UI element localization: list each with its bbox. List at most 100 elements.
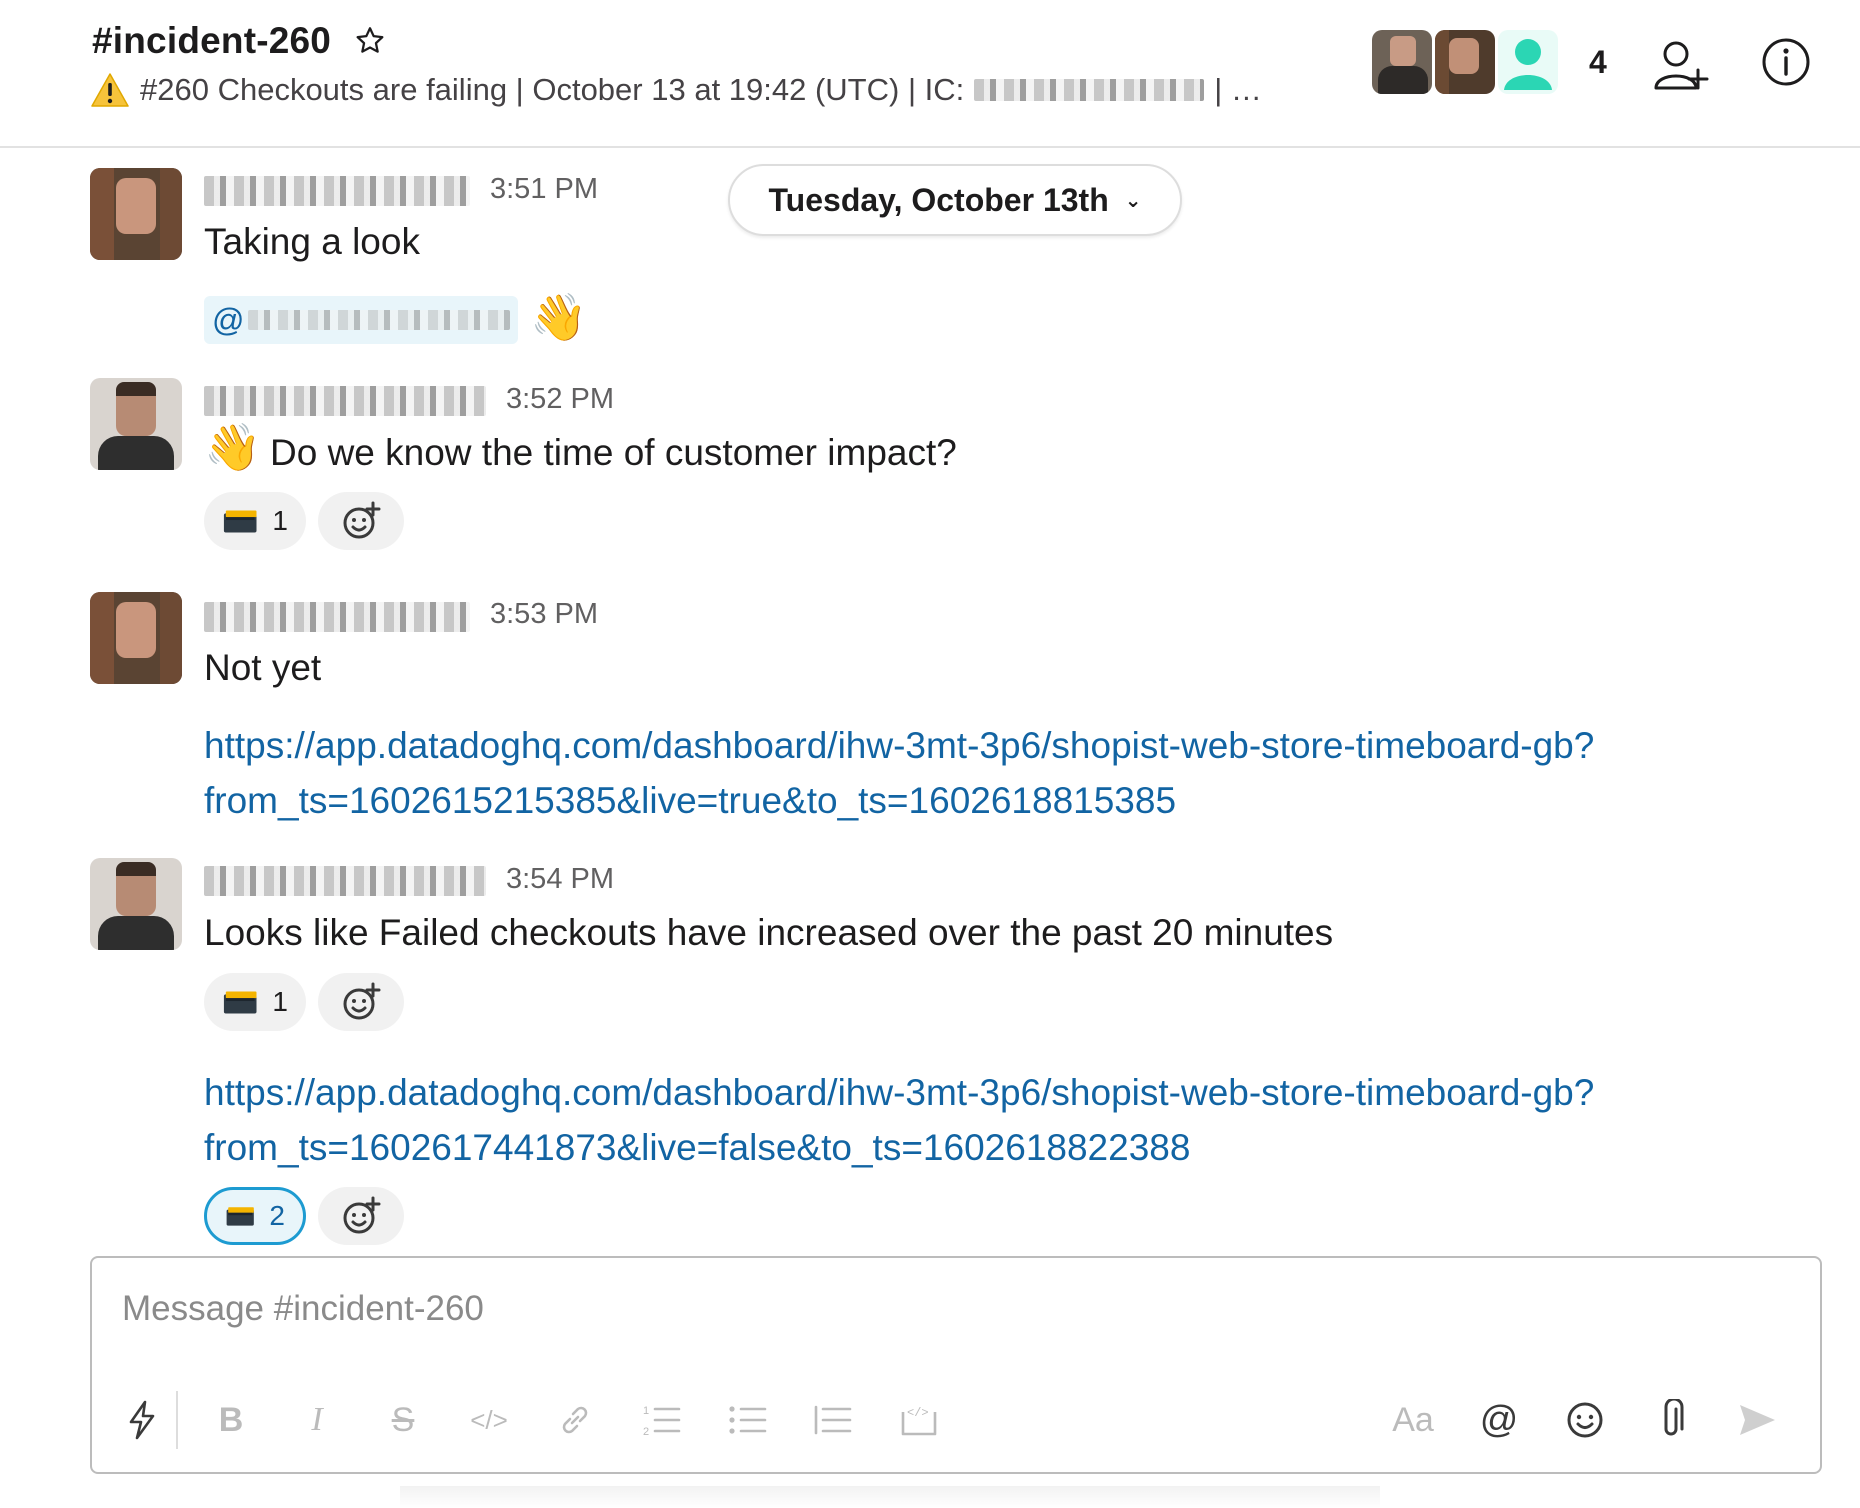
blockquote-button[interactable]	[790, 1392, 876, 1448]
italic-button[interactable]: I	[274, 1392, 360, 1448]
chevron-down-icon: ⌄	[1124, 189, 1142, 212]
message-composer: B I S </> 1 2	[90, 1256, 1822, 1474]
ordered-list-button[interactable]: 1 2	[618, 1392, 704, 1448]
user-mention[interactable]: @	[204, 296, 519, 344]
attach-button[interactable]	[1628, 1392, 1714, 1448]
warning-icon	[91, 73, 129, 107]
message-timestamp[interactable]: 3:54 PM	[506, 863, 614, 896]
add-reaction-button[interactable]	[318, 973, 404, 1031]
info-icon[interactable]	[1760, 36, 1812, 88]
user-icon	[1504, 39, 1552, 90]
bulleted-list-icon	[729, 1406, 767, 1434]
reaction-pill-active[interactable]: 2	[204, 1187, 306, 1245]
sender-name[interactable]	[204, 602, 470, 632]
channel-header: #incident-260 #260 Checkouts are failing…	[0, 0, 1860, 148]
star-icon[interactable]	[353, 24, 387, 58]
message-timestamp[interactable]: 3:52 PM	[506, 383, 614, 416]
reaction-pill[interactable]: 1	[204, 973, 306, 1031]
code-block-button[interactable]: </>	[876, 1392, 962, 1448]
message-text: Not yet	[204, 647, 322, 688]
reaction-count: 2	[269, 1200, 285, 1231]
channel-name[interactable]: #incident-260	[92, 20, 331, 62]
message-text: Taking a look	[204, 221, 420, 262]
text-format-icon: Aa	[1392, 1400, 1434, 1439]
redacted-name	[248, 310, 511, 330]
toolbar-divider	[176, 1391, 178, 1449]
film-frames-icon	[226, 1207, 254, 1226]
add-emoji-icon	[343, 501, 381, 539]
blockquote-icon	[814, 1405, 852, 1435]
reaction-count: 1	[272, 505, 288, 536]
svg-text:2: 2	[643, 1426, 649, 1438]
link-line[interactable]: from_ts=1602615215385&live=true&to_ts=16…	[204, 780, 1176, 821]
message-timestamp[interactable]: 3:51 PM	[490, 173, 598, 206]
mention-at: @	[212, 301, 245, 338]
code-icon: </>	[470, 1404, 508, 1435]
date-label: Tuesday, October 13th	[768, 181, 1109, 218]
composer-toolbar: B I S </> 1 2 </> Aa @	[112, 1390, 1800, 1450]
add-emoji-icon	[343, 1196, 381, 1234]
strikethrough-icon: S	[391, 1400, 415, 1439]
emoji-button[interactable]	[1542, 1392, 1628, 1448]
add-emoji-icon	[343, 982, 381, 1020]
ordered-list-icon: 1 2	[643, 1405, 681, 1438]
svg-text:</>: </>	[907, 1406, 929, 1420]
composer-shadow	[400, 1486, 1380, 1508]
avatar[interactable]	[90, 592, 182, 684]
avatar	[1435, 30, 1495, 94]
topic-text: #260 Checkouts are failing | October 13 …	[140, 72, 965, 107]
italic-icon: I	[311, 1401, 323, 1438]
link-line[interactable]: https://app.datadoghq.com/dashboard/ihw-…	[204, 1072, 1594, 1113]
avatar[interactable]	[90, 168, 182, 260]
strikethrough-button[interactable]: S	[360, 1392, 446, 1448]
message-input[interactable]	[120, 1288, 1724, 1330]
sender-name[interactable]	[204, 386, 486, 416]
dashboard-link[interactable]: https://app.datadoghq.com/dashboard/ihw-…	[204, 1065, 1594, 1175]
svg-text:1: 1	[643, 1405, 649, 1417]
add-reaction-button[interactable]	[318, 492, 404, 550]
avatar[interactable]	[90, 858, 182, 950]
avatar	[1372, 30, 1432, 94]
dashboard-link[interactable]: https://app.datadoghq.com/dashboard/ihw-…	[204, 718, 1594, 828]
code-button[interactable]: </>	[446, 1392, 532, 1448]
message-text: Looks like Failed checkouts have increas…	[204, 912, 1334, 953]
sender-name[interactable]	[204, 866, 486, 896]
film-frames-icon	[223, 510, 257, 533]
message-text: Do we know the time of customer impact?	[270, 432, 957, 473]
link-line[interactable]: https://app.datadoghq.com/dashboard/ihw-…	[204, 725, 1594, 766]
bulleted-list-button[interactable]	[704, 1392, 790, 1448]
reaction-count: 1	[272, 986, 288, 1017]
at-icon: @	[1479, 1398, 1519, 1441]
channel-topic[interactable]: #260 Checkouts are failing | October 13 …	[90, 72, 1262, 108]
paperclip-icon	[1664, 1399, 1684, 1436]
avatar	[1498, 30, 1558, 94]
mention-button[interactable]: @	[1456, 1392, 1542, 1448]
reaction-pill[interactable]: 1	[204, 492, 306, 550]
topic-tail: | …	[1214, 72, 1262, 107]
send-button[interactable]	[1714, 1392, 1800, 1448]
sender-name[interactable]	[204, 176, 470, 206]
film-frames-icon	[223, 991, 257, 1014]
toolbar-right: Aa @	[1370, 1392, 1800, 1448]
link-button[interactable]	[532, 1392, 618, 1448]
wave-emoji: 👋	[204, 421, 262, 473]
avatar[interactable]	[90, 378, 182, 470]
member-avatars[interactable]: 4	[1372, 30, 1607, 94]
link-icon	[562, 1406, 588, 1434]
bold-icon: B	[218, 1400, 244, 1439]
shortcuts-button[interactable]	[112, 1392, 172, 1448]
bold-button[interactable]: B	[188, 1392, 274, 1448]
send-icon	[1740, 1405, 1775, 1435]
code-block-icon: </>	[901, 1406, 937, 1436]
add-member-icon[interactable]	[1652, 36, 1710, 94]
formatting-toggle-button[interactable]: Aa	[1370, 1392, 1456, 1448]
wave-emoji: 👋	[530, 291, 588, 343]
redacted-name	[974, 79, 1205, 101]
add-reaction-button[interactable]	[318, 1187, 404, 1245]
emoji-icon	[1567, 1402, 1603, 1438]
link-line[interactable]: from_ts=1602617441873&live=false&to_ts=1…	[204, 1127, 1190, 1168]
member-count[interactable]: 4	[1589, 44, 1607, 81]
message-timestamp[interactable]: 3:53 PM	[490, 598, 598, 631]
date-divider-button[interactable]: Tuesday, October 13th ⌄	[728, 164, 1182, 236]
channel-title[interactable]: #incident-260	[92, 20, 387, 62]
